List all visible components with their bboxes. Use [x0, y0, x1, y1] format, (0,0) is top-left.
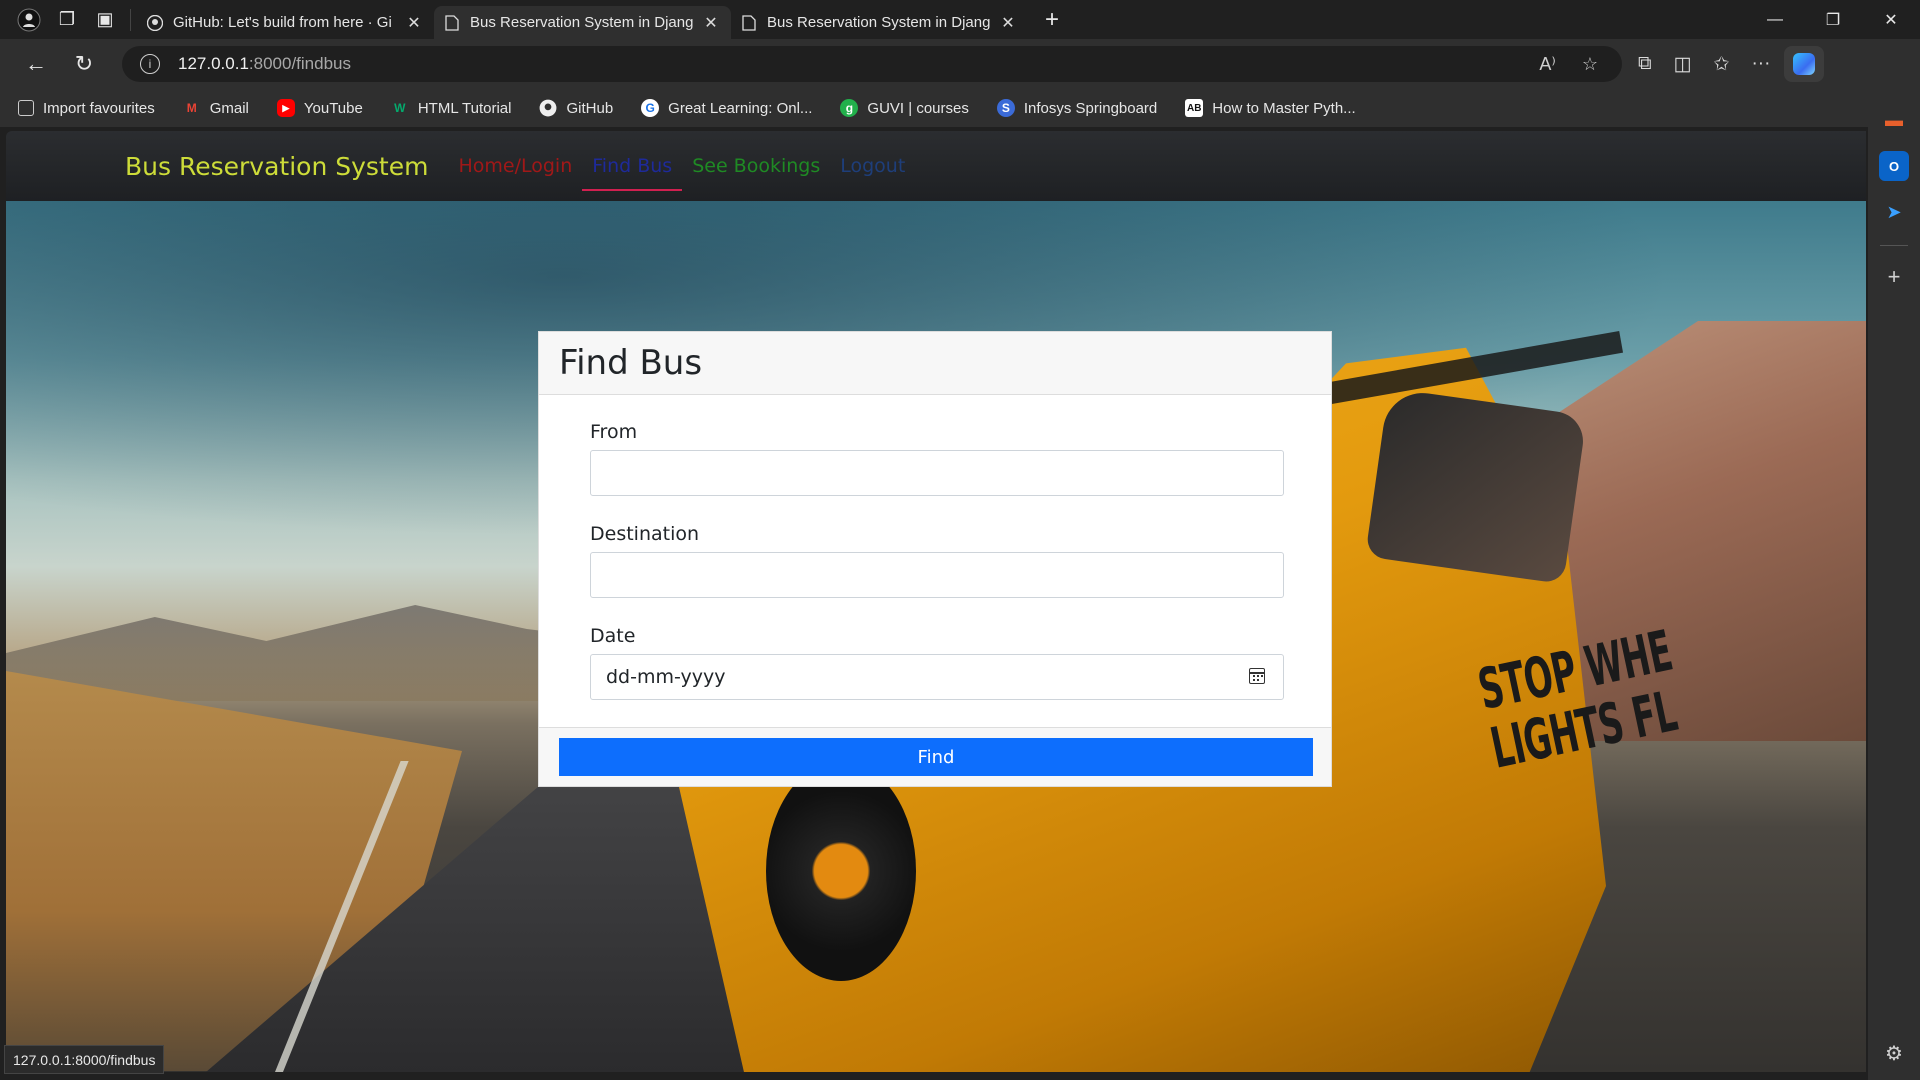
address-toolbar: ← ↻ i 127.0.0.1:8000/findbus A⁾ ☆ ⧉ ◫ ✩ … — [0, 39, 1920, 89]
page-icon — [741, 14, 757, 31]
bookmark-master-python[interactable]: AB How to Master Pyth... — [1185, 99, 1356, 117]
close-icon[interactable]: ✕ — [998, 13, 1018, 33]
bookmark-label: YouTube — [303, 99, 363, 117]
page-icon — [444, 14, 460, 31]
bookmark-label: GitHub — [566, 99, 614, 117]
nav-links: Home/Login Find Bus See Bookings Logout — [448, 131, 915, 201]
url-host: 127.0.0.1 — [178, 54, 249, 73]
edge-sidebar: ▬ O ➤ + ⚙ — [1868, 89, 1920, 1080]
date-label: Date — [590, 625, 636, 647]
tab-github[interactable]: GitHub: Let's build from here · Gi ✕ — [137, 6, 434, 39]
tools-icon[interactable]: ▬ — [1879, 105, 1909, 135]
destination-label: Destination — [590, 523, 700, 545]
add-icon[interactable]: + — [1879, 262, 1909, 292]
card-footer: Find — [539, 727, 1331, 786]
status-bar-url: 127.0.0.1:8000/findbus — [4, 1045, 165, 1074]
tab-title: Bus Reservation System in Djang — [470, 14, 694, 31]
bookmark-label: How to Master Pyth... — [1212, 99, 1356, 117]
gmail-icon: M — [186, 101, 197, 115]
github-icon — [539, 99, 557, 117]
bookmark-label: Great Learning: Onl... — [668, 99, 813, 117]
bookmarks-bar: Import favourites M Gmail ▶ YouTube W HT… — [0, 89, 1868, 127]
workspaces-icon[interactable]: ❐ — [48, 0, 86, 39]
calendar-icon[interactable] — [1249, 668, 1265, 684]
nav-home-login[interactable]: Home/Login — [448, 131, 582, 201]
bookmark-great-learning[interactable]: G Great Learning: Onl... — [641, 99, 812, 117]
tab-title: GitHub: Let's build from here · Gi — [173, 14, 392, 31]
youtube-icon: ▶ — [276, 99, 295, 117]
profile-icon[interactable] — [10, 0, 48, 39]
tab-bus-reservation[interactable]: Bus Reservation System in Djang ✕ — [731, 6, 1028, 39]
card-header: Find Bus — [539, 332, 1331, 395]
date-placeholder: dd-mm-yyyy — [606, 666, 726, 688]
bookmark-label: Import favourites — [43, 99, 155, 117]
close-icon[interactable]: ✕ — [701, 13, 721, 33]
favorite-star-icon[interactable]: ☆ — [1582, 54, 1598, 75]
bookmark-guvi[interactable]: g GUVI | courses — [840, 99, 969, 117]
split-screen-icon[interactable]: ◫ — [1674, 53, 1692, 76]
bookmark-import-favourites[interactable]: Import favourites — [18, 100, 155, 117]
background-bus-photo: STOP WHE LIGHTS FL Find Bus From Destinat… — [6, 201, 1866, 1072]
bookmark-html-tutorial[interactable]: W HTML Tutorial — [391, 99, 512, 117]
find-button[interactable]: Find — [559, 738, 1313, 776]
send-icon[interactable]: ➤ — [1879, 197, 1909, 227]
outlook-icon[interactable]: O — [1879, 151, 1909, 181]
restore-icon[interactable]: ❐ — [1804, 0, 1862, 39]
bookmark-label: GUVI | courses — [867, 99, 969, 117]
bookmark-label: Gmail — [209, 99, 249, 117]
guvi-icon: g — [840, 99, 859, 117]
more-menu-icon[interactable]: ··· — [1751, 53, 1770, 75]
find-bus-card: Find Bus From Destination Date dd-mm-yyy… — [538, 331, 1332, 787]
window-controls: — ❐ ✕ — [1746, 0, 1920, 39]
refresh-icon[interactable]: ↻ — [60, 44, 108, 84]
close-window-icon[interactable]: ✕ — [1862, 0, 1920, 39]
greatlearning-icon: G — [641, 99, 660, 117]
destination-input[interactable] — [590, 552, 1284, 598]
from-input[interactable] — [590, 450, 1284, 496]
tab-title: Bus Reservation System in Djang — [767, 14, 991, 31]
navbar-brand[interactable]: Bus Reservation System — [125, 152, 428, 181]
tab-bus-reservation-active[interactable]: Bus Reservation System in Djang ✕ — [434, 6, 731, 39]
bookmark-infosys[interactable]: S Infosys Springboard — [996, 99, 1158, 117]
site-info-icon[interactable]: i — [140, 54, 160, 74]
nav-find-bus[interactable]: Find Bus — [582, 131, 683, 201]
site-navbar: Bus Reservation System Home/Login Find B… — [6, 131, 1866, 201]
nav-see-bookings[interactable]: See Bookings — [682, 131, 830, 201]
from-label: From — [590, 421, 638, 443]
infosys-icon: S — [996, 99, 1015, 117]
w3schools-icon: W — [394, 101, 406, 115]
vertical-tabs-icon[interactable]: ▣ — [86, 0, 124, 39]
copilot-icon[interactable] — [1784, 46, 1825, 82]
bookmark-label: Infosys Springboard — [1023, 99, 1158, 117]
read-aloud-icon[interactable]: A⁾ — [1539, 54, 1555, 75]
back-icon[interactable]: ← — [12, 44, 60, 84]
minimize-icon[interactable]: — — [1746, 0, 1804, 39]
browser-tab-bar: ❐ ▣ GitHub: Let's build from here · Gi ✕… — [0, 0, 1920, 39]
bookmark-youtube[interactable]: ▶ YouTube — [276, 99, 363, 117]
url-path: :8000/findbus — [248, 54, 351, 73]
new-tab-button[interactable]: + — [1034, 2, 1070, 38]
page-title: Find Bus — [559, 343, 703, 383]
nav-logout[interactable]: Logout — [830, 131, 915, 201]
github-icon — [147, 14, 163, 31]
favorites-icon[interactable]: ✩ — [1714, 53, 1730, 76]
bookmark-github[interactable]: GitHub — [539, 99, 613, 117]
address-bar[interactable]: i 127.0.0.1:8000/findbus A⁾ ☆ — [122, 46, 1622, 82]
page-viewport: Bus Reservation System Home/Login Find B… — [6, 131, 1866, 1072]
find-bus-form: From Destination Date dd-mm-yyyy — [590, 420, 1284, 726]
bookmark-gmail[interactable]: M Gmail — [183, 99, 249, 117]
settings-gear-icon[interactable]: ⚙ — [1885, 1041, 1903, 1066]
import-icon — [18, 100, 34, 116]
bookmark-label: HTML Tutorial — [417, 99, 512, 117]
close-icon[interactable]: ✕ — [404, 13, 424, 33]
extensions-icon[interactable]: ⧉ — [1638, 53, 1652, 75]
tab-separator — [130, 8, 131, 31]
date-input[interactable]: dd-mm-yyyy — [590, 654, 1284, 700]
ab-icon: AB — [1185, 99, 1204, 117]
sidebar-divider — [1880, 245, 1908, 246]
